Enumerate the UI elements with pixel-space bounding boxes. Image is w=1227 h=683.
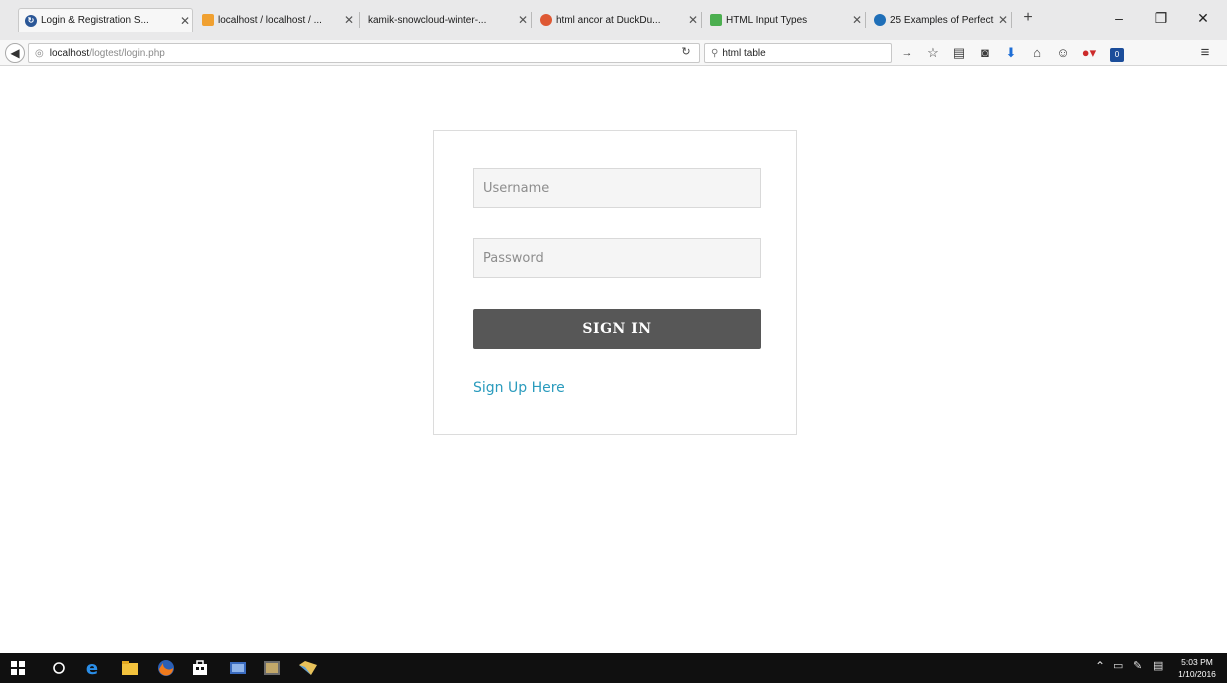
restore-button[interactable]: ❐ [1146, 7, 1176, 29]
reading-list-icon[interactable]: ▤ [950, 44, 968, 62]
media-icon[interactable] [262, 658, 282, 678]
close-tab-icon[interactable]: ✕ [996, 13, 1010, 27]
extension-icon[interactable]: 0 [1108, 44, 1126, 62]
tab-divider [701, 12, 702, 28]
login-favicon-icon: ↻ [25, 14, 37, 27]
back-arrow-icon: ◀ [10, 46, 20, 60]
tab-html-input-types[interactable]: HTML Input Types ✕ [704, 8, 864, 32]
back-button[interactable]: ◀ [5, 43, 25, 63]
browser-tab-strip: ↻ Login & Registration S... ✕ localhost … [0, 0, 1227, 40]
search-bar[interactable]: ⚲ html table [704, 43, 892, 63]
browser-nav-bar: ◀ ◎ localhost/logtest/login.php ↻ ⚲ html… [0, 40, 1227, 66]
tab-login-registration[interactable]: ↻ Login & Registration S... ✕ [18, 8, 193, 32]
minimize-button[interactable]: – [1104, 7, 1134, 29]
menu-icon[interactable]: ≡ [1196, 44, 1214, 62]
reload-icon: ↻ [681, 46, 691, 58]
star-icon[interactable]: ☆ [924, 44, 942, 62]
tab-phpmyadmin[interactable]: localhost / localhost / ... ✕ [196, 8, 356, 32]
close-tab-icon[interactable]: ✕ [178, 14, 192, 28]
adblock-icon[interactable]: ●▾ [1080, 44, 1098, 62]
chat-icon[interactable]: ☺ [1054, 44, 1072, 62]
tab-title: kamik-snowcloud-winter-... [368, 14, 487, 26]
duckduckgo-favicon-icon [540, 14, 552, 26]
tab-duckduckgo[interactable]: html ancor at DuckDu... ✕ [534, 8, 700, 32]
search-value: html table [722, 47, 766, 59]
tab-title: Login & Registration S... [41, 15, 149, 26]
search-icon: ⚲ [711, 47, 719, 59]
chevron-up-icon[interactable]: ⌃ [1095, 659, 1105, 673]
tab-divider [531, 12, 532, 28]
address-bar[interactable]: ◎ localhost/logtest/login.php [28, 43, 700, 63]
cortana-icon[interactable] [49, 658, 69, 678]
tab-kamik-snowcloud[interactable]: kamik-snowcloud-winter-... ✕ [362, 8, 530, 32]
page-viewport: SIGN IN Sign Up Here [0, 66, 1227, 653]
app-icon[interactable] [228, 658, 248, 678]
close-tab-icon[interactable]: ✕ [850, 13, 864, 27]
phpmyadmin-favicon-icon [202, 14, 214, 26]
clock-time: 5:03 PM [1181, 657, 1213, 667]
tab-title: 25 Examples of Perfect... [890, 14, 994, 26]
taskbar-clock[interactable]: 5:03 PM 1/10/2016 [1175, 656, 1219, 680]
url-host: localhost [49, 47, 90, 59]
reload-button[interactable]: ↻ [674, 43, 698, 61]
download-icon[interactable]: ⬇ [1002, 44, 1020, 62]
close-icon: ✕ [1197, 10, 1209, 26]
password-input[interactable] [473, 238, 761, 278]
pocket-icon[interactable]: ◙ [976, 44, 994, 62]
close-tab-icon[interactable]: ✕ [516, 13, 530, 27]
tab-title: HTML Input Types [726, 14, 808, 26]
battery-icon[interactable]: ▭ [1113, 659, 1123, 672]
edge-icon[interactable]: e [82, 658, 102, 679]
arrow-right-icon[interactable]: → [898, 44, 916, 62]
close-tab-icon[interactable]: ✕ [342, 13, 356, 27]
login-form: SIGN IN Sign Up Here [433, 130, 797, 435]
file-explorer-icon[interactable] [120, 658, 140, 678]
sign-up-link[interactable]: Sign Up Here [473, 380, 565, 396]
tab-title: html ancor at DuckDu... [556, 14, 661, 26]
windows-start-icon[interactable] [8, 658, 28, 678]
tab-title: localhost / localhost / ... [218, 14, 322, 26]
tab-divider [1011, 12, 1012, 28]
home-icon[interactable]: ⌂ [1028, 44, 1046, 62]
blue-circle-favicon-icon [874, 14, 886, 26]
tab-divider [359, 12, 360, 28]
pen-icon[interactable]: ✎ [1133, 659, 1142, 672]
tab-divider [865, 12, 866, 28]
store-icon[interactable] [190, 658, 210, 678]
sign-in-button[interactable]: SIGN IN [473, 309, 761, 349]
username-input[interactable] [473, 168, 761, 208]
new-tab-button[interactable]: + [1018, 8, 1038, 28]
url-path: /logtest/login.php [89, 47, 165, 59]
restore-icon: ❐ [1154, 10, 1168, 26]
firefox-icon[interactable] [156, 658, 176, 678]
w3schools-favicon-icon [710, 14, 722, 26]
tab-25-examples[interactable]: 25 Examples of Perfect... ✕ [868, 8, 1010, 32]
close-window-button[interactable]: ✕ [1188, 7, 1218, 29]
notification-icon[interactable]: ▤ [1153, 659, 1163, 672]
minimize-icon: – [1115, 10, 1123, 26]
folder-icon[interactable] [298, 658, 318, 678]
clock-date: 1/10/2016 [1178, 669, 1216, 679]
close-tab-icon[interactable]: ✕ [686, 13, 700, 27]
extension-badge: 0 [1110, 48, 1124, 62]
windows-taskbar: e ⌃ ▭ ✎ ▤ 5:03 PM 1/10/2016 [0, 653, 1227, 683]
site-info-icon[interactable]: ◎ [35, 48, 44, 59]
